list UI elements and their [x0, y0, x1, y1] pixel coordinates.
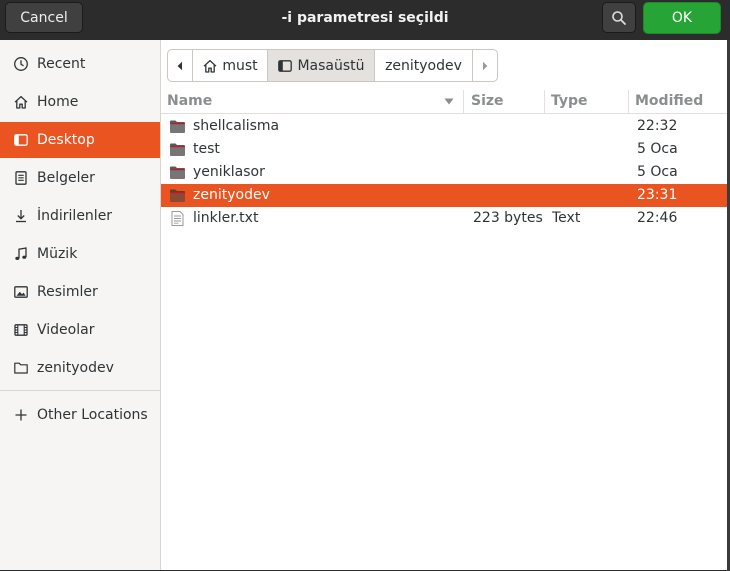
plus-icon — [11, 405, 31, 425]
document-icon — [11, 168, 31, 188]
chevron-right-icon — [483, 61, 488, 70]
file-modified: 22:32 — [637, 118, 678, 134]
sidebar-item-resimler[interactable]: Resimler — [0, 274, 160, 310]
file-name: shellcalisma — [193, 118, 280, 134]
music-icon — [11, 244, 31, 264]
search-icon — [612, 10, 626, 25]
column-header-name[interactable]: Name — [167, 90, 212, 114]
sidebar-item-label: Home — [37, 94, 79, 110]
sidebar-item-home[interactable]: Home — [0, 84, 160, 120]
sidebar-item-label: İndirilenler — [37, 208, 113, 224]
download-icon — [11, 206, 31, 226]
path-back-button[interactable] — [168, 50, 193, 81]
path-segment-label: zenityodev — [385, 57, 462, 74]
file-modified: 5 Oca — [637, 141, 678, 157]
sidebar-item-label: Other Locations — [37, 407, 148, 423]
column-header-size[interactable]: Size — [471, 90, 504, 114]
path-bar: must Masaüstü zenityodev — [167, 49, 498, 82]
column-divider[interactable] — [463, 90, 464, 114]
path-segment-label: must — [222, 57, 258, 74]
cancel-button[interactable]: Cancel — [5, 2, 83, 33]
sidebar-item-label: Müzik — [37, 246, 78, 262]
home-icon — [203, 59, 217, 73]
ok-button[interactable]: OK — [643, 2, 721, 34]
search-button[interactable] — [602, 2, 636, 33]
table-row[interactable]: linkler.txt 223 bytes Text 22:46 — [161, 207, 727, 230]
path-segment-must[interactable]: must — [193, 50, 268, 81]
folder-icon — [170, 166, 185, 179]
sidebar-item-zenityodev[interactable]: zenityodev — [0, 350, 160, 386]
file-modified: 23:31 — [637, 187, 678, 203]
path-segment-masaustu[interactable]: Masaüstü — [268, 50, 375, 81]
header-bar: Cancel -i parametresi seçildi OK — [0, 0, 730, 40]
column-divider[interactable] — [544, 90, 545, 114]
path-segment-zenityodev[interactable]: zenityodev — [375, 50, 473, 81]
sort-descending-icon[interactable] — [444, 98, 454, 105]
folder-icon — [170, 189, 185, 202]
sidebar-item-videolar[interactable]: Videolar — [0, 312, 160, 348]
sidebar-item-muzik[interactable]: Müzik — [0, 236, 160, 272]
file-type: Text — [552, 210, 581, 226]
sidebar-item-label: Videolar — [37, 322, 95, 338]
desktop-icon — [278, 59, 293, 72]
column-header-type[interactable]: Type — [551, 90, 588, 114]
file-name: linkler.txt — [193, 210, 259, 226]
places-sidebar: Recent Home Desktop Belgeler İndirilenle… — [0, 40, 161, 570]
sidebar-item-belgeler[interactable]: Belgeler — [0, 160, 160, 196]
file-size: 223 bytes — [473, 210, 543, 226]
sidebar-item-label: Desktop — [37, 132, 95, 148]
folder-icon — [11, 358, 31, 378]
path-segment-label: Masaüstü — [297, 57, 365, 74]
file-name: yeniklasor — [193, 164, 265, 180]
sidebar-item-indirilenler[interactable]: İndirilenler — [0, 198, 160, 234]
video-icon — [11, 320, 31, 340]
sidebar-item-label: zenityodev — [37, 360, 114, 376]
table-row[interactable]: test 5 Oca — [161, 138, 727, 161]
sidebar-item-recent[interactable]: Recent — [0, 46, 160, 82]
sidebar-item-other-locations[interactable]: Other Locations — [0, 397, 160, 433]
file-chooser-body: Recent Home Desktop Belgeler İndirilenle… — [0, 40, 727, 570]
sidebar-item-desktop[interactable]: Desktop — [0, 122, 160, 158]
file-modified: 5 Oca — [637, 164, 678, 180]
file-modified: 22:46 — [637, 210, 678, 226]
clock-icon — [11, 54, 31, 74]
chevron-left-icon — [177, 61, 182, 70]
path-forward-button[interactable] — [473, 50, 497, 81]
sidebar-item-label: Recent — [37, 56, 86, 72]
table-row[interactable]: shellcalisma 22:32 — [161, 115, 727, 138]
column-header-modified[interactable]: Modified — [635, 90, 703, 114]
table-row[interactable]: yeniklasor 5 Oca — [161, 161, 727, 184]
folder-icon — [170, 120, 185, 133]
sidebar-item-label: Belgeler — [37, 170, 95, 186]
sidebar-divider — [0, 390, 160, 391]
text-file-icon — [171, 211, 184, 226]
desktop-icon — [11, 130, 31, 150]
home-icon — [11, 92, 31, 112]
file-name: test — [193, 141, 220, 157]
file-name: zenityodev — [193, 187, 270, 203]
image-icon — [11, 282, 31, 302]
column-divider[interactable] — [628, 90, 629, 114]
folder-icon — [170, 143, 185, 156]
table-row-selected[interactable]: zenityodev 23:31 — [161, 184, 727, 207]
sidebar-item-label: Resimler — [37, 284, 98, 300]
file-list-header: Name Size Type Modified — [161, 90, 727, 114]
